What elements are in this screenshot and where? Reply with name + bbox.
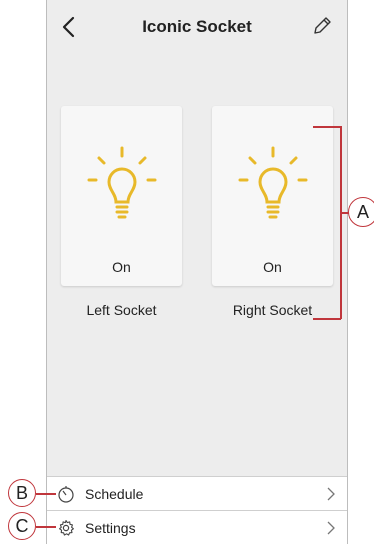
chevron-right-icon bbox=[327, 521, 335, 535]
socket-state: On bbox=[263, 259, 282, 275]
callout-a-bracket-vertical bbox=[340, 126, 342, 319]
app-screen: Iconic Socket On Left Socket On Right So… bbox=[46, 0, 348, 544]
socket-state: On bbox=[112, 259, 131, 275]
pencil-icon[interactable] bbox=[311, 15, 333, 37]
page-title: Iconic Socket bbox=[142, 17, 252, 36]
callout-c-connector bbox=[36, 526, 56, 528]
left-socket-card[interactable]: On bbox=[61, 106, 182, 286]
chevron-right-icon bbox=[327, 487, 335, 501]
callout-a-bracket-top bbox=[313, 126, 341, 128]
callout-a: A bbox=[348, 197, 374, 227]
lightbulb-icon bbox=[87, 146, 157, 219]
left-socket-label: Left Socket bbox=[86, 302, 157, 318]
schedule-row[interactable]: Schedule bbox=[47, 476, 347, 510]
callout-a-bracket-bottom bbox=[313, 318, 341, 320]
settings-label: Settings bbox=[85, 520, 136, 536]
schedule-label: Schedule bbox=[85, 486, 144, 502]
callout-c: C bbox=[8, 512, 36, 540]
timer-icon bbox=[58, 486, 74, 503]
right-socket-card[interactable]: On bbox=[212, 106, 333, 286]
callout-b: B bbox=[8, 479, 36, 507]
lightbulb-icon bbox=[238, 146, 308, 219]
callout-b-connector bbox=[36, 493, 56, 495]
settings-row[interactable]: Settings bbox=[47, 510, 347, 544]
header: Iconic Socket bbox=[47, 0, 347, 52]
right-socket-label: Right Socket bbox=[232, 302, 313, 318]
gear-icon bbox=[59, 519, 74, 536]
